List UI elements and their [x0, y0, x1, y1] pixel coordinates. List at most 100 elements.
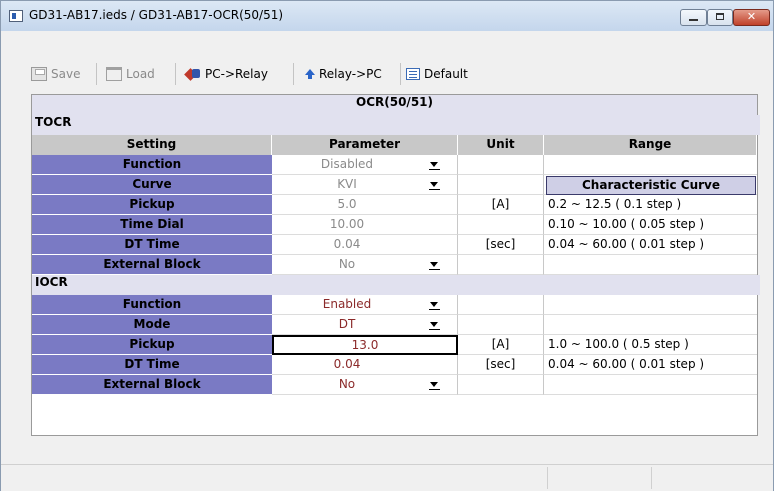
table-row: Time Dial 10.00 0.10 ~ 10.00 ( 0.05 step…: [32, 215, 757, 235]
minimize-button[interactable]: [680, 9, 707, 26]
characteristic-curve-button[interactable]: Characteristic Curve: [546, 176, 756, 195]
table-row: Function Enabled: [32, 295, 757, 315]
table-row: External Block No: [32, 375, 757, 395]
maximize-icon: [716, 13, 724, 20]
range-cell: 0.10 ~ 10.00 ( 0.05 step ): [544, 215, 757, 235]
toolbar: Save Load PC->Relay Relay->PC Default: [31, 61, 481, 87]
toolbar-separator: [400, 63, 401, 85]
grid-title-text: OCR(50/51): [356, 95, 433, 109]
load-label: Load: [126, 67, 155, 81]
settings-grid: OCR(50/51) TOCR Setting Parameter Unit R…: [31, 94, 760, 436]
parameter-value: 10.00: [329, 217, 365, 231]
setting-label: Function: [32, 295, 272, 315]
column-header-range: Range: [544, 135, 757, 155]
close-button[interactable]: ✕: [733, 9, 770, 26]
folder-icon: [106, 67, 122, 81]
setting-label: Function: [32, 155, 272, 175]
unit-cell: [sec]: [458, 355, 544, 375]
maximize-button[interactable]: [707, 9, 733, 26]
section-name: TOCR: [35, 115, 72, 129]
relay-to-pc-label: Relay->PC: [319, 67, 382, 81]
external-block-dropdown[interactable]: No: [272, 375, 458, 395]
function-dropdown[interactable]: Enabled: [272, 295, 458, 315]
title-bar[interactable]: GD31-AB17.ieds / GD31-AB17-OCR(50/51) ✕: [1, 1, 773, 31]
range-cell: [544, 295, 757, 315]
pickup-field[interactable]: 13.0: [272, 335, 458, 355]
default-button[interactable]: Default: [406, 61, 468, 87]
time-dial-field[interactable]: 10.00: [272, 215, 458, 235]
pc-to-relay-icon: [185, 67, 201, 81]
parameter-value: DT: [338, 317, 356, 331]
parameter-value: 0.04: [333, 357, 361, 371]
relay-to-pc-button[interactable]: Relay->PC: [305, 61, 382, 87]
table-row: DT Time 0.04 [sec] 0.04 ~ 60.00 ( 0.01 s…: [32, 235, 757, 255]
load-button[interactable]: Load: [106, 61, 155, 87]
unit-cell: [458, 375, 544, 395]
pc-to-relay-label: PC->Relay: [205, 67, 268, 81]
range-cell: [544, 155, 757, 175]
dropdown-arrow-icon[interactable]: [427, 178, 441, 191]
unit-cell: [458, 215, 544, 235]
save-button[interactable]: Save: [31, 61, 80, 87]
setting-label: External Block: [32, 375, 272, 395]
default-label: Default: [424, 67, 468, 81]
parameter-value: Enabled: [322, 297, 372, 311]
function-dropdown[interactable]: Disabled: [272, 155, 458, 175]
dropdown-arrow-icon[interactable]: [427, 158, 441, 171]
curve-dropdown[interactable]: KVI: [272, 175, 458, 195]
parameter-value: No: [338, 377, 356, 391]
unit-cell: [458, 295, 544, 315]
column-header-setting: Setting: [32, 135, 272, 155]
unit-cell: [A]: [458, 335, 544, 355]
external-block-dropdown[interactable]: No: [272, 255, 458, 275]
parameter-value: 0.04: [333, 237, 361, 251]
unit-cell: [A]: [458, 195, 544, 215]
parameter-value: 5.0: [337, 197, 357, 211]
range-cell: [544, 315, 757, 335]
save-label: Save: [51, 67, 81, 81]
dt-time-field[interactable]: 0.04: [272, 355, 458, 375]
dropdown-arrow-icon[interactable]: [427, 298, 441, 311]
setting-label: DT Time: [32, 355, 272, 375]
table-row: Function Disabled: [32, 155, 757, 175]
column-header-row: Setting Parameter Unit Range: [32, 135, 757, 155]
parameter-value: KVI: [337, 177, 357, 191]
section-header-iocr: IOCR: [32, 275, 760, 295]
setting-label: DT Time: [32, 235, 272, 255]
table-row: External Block No: [32, 255, 757, 275]
setting-label: External Block: [32, 255, 272, 275]
setting-label: Mode: [32, 315, 272, 335]
dt-time-field[interactable]: 0.04: [272, 235, 458, 255]
dropdown-arrow-icon[interactable]: [427, 258, 441, 271]
unit-cell: [458, 155, 544, 175]
range-cell: 0.04 ~ 60.00 ( 0.01 step ): [544, 355, 757, 375]
table-row: Mode DT: [32, 315, 757, 335]
relay-settings-window: GD31-AB17.ieds / GD31-AB17-OCR(50/51) ✕ …: [0, 0, 774, 491]
unit-cell: [458, 315, 544, 335]
mode-dropdown[interactable]: DT: [272, 315, 458, 335]
grid-title: OCR(50/51): [32, 95, 757, 115]
list-icon: [406, 68, 420, 80]
status-divider: [651, 467, 652, 489]
status-bar: [1, 464, 773, 491]
column-header-parameter: Parameter: [272, 135, 458, 155]
range-cell: 0.2 ~ 12.5 ( 0.1 step ): [544, 195, 757, 215]
parameter-value: 13.0: [351, 338, 379, 352]
dropdown-arrow-icon[interactable]: [427, 318, 441, 331]
table-row: Pickup 13.0 [A] 1.0 ~ 100.0 ( 0.5 step ): [32, 335, 757, 355]
arrow-up-icon: [305, 68, 315, 80]
app-window-icon: [9, 10, 23, 22]
section-name: IOCR: [35, 275, 68, 289]
unit-cell: [458, 255, 544, 275]
range-cell: 0.04 ~ 60.00 ( 0.01 step ): [544, 235, 757, 255]
status-divider: [547, 467, 548, 489]
table-row: Curve KVI Characteristic Curve: [32, 175, 757, 195]
table-row: DT Time 0.04 [sec] 0.04 ~ 60.00 ( 0.01 s…: [32, 355, 757, 375]
unit-cell: [sec]: [458, 235, 544, 255]
pickup-field[interactable]: 5.0: [272, 195, 458, 215]
pc-to-relay-button[interactable]: PC->Relay: [185, 61, 268, 87]
setting-label: Curve: [32, 175, 272, 195]
toolbar-separator: [175, 63, 176, 85]
section-header-tocr: TOCR: [32, 115, 760, 135]
dropdown-arrow-icon[interactable]: [427, 378, 441, 391]
